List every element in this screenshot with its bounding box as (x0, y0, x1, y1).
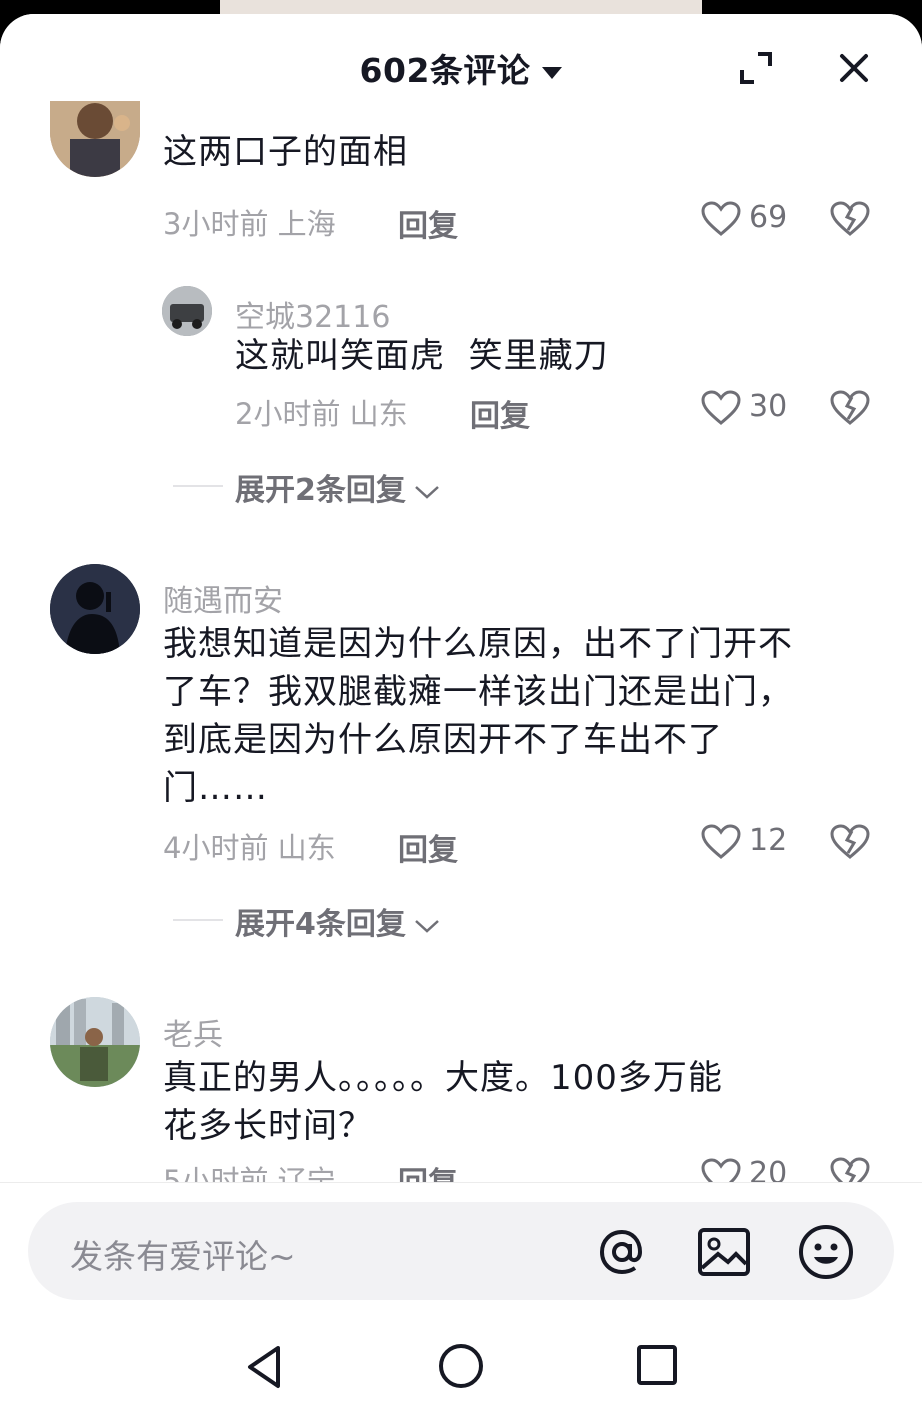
comment-text-line: 到底是因为什么原因开不了车出不了 (163, 720, 723, 760)
recents-icon[interactable] (636, 1344, 678, 1386)
chevron-down-icon (415, 919, 439, 933)
home-icon[interactable] (437, 1342, 485, 1390)
comment-time: 3小时前 (163, 207, 269, 241)
at-icon[interactable] (592, 1222, 652, 1282)
comment-text: 我想知道是因为什么原因，出不了门开不 了车？我双腿截瘫一样该出门还是出门， 到底… (163, 620, 793, 812)
caret-down-icon (542, 66, 563, 79)
comment-text-line: 门…… (163, 768, 268, 808)
reply-button[interactable]: 回复 (398, 201, 458, 245)
heart-icon[interactable] (701, 390, 741, 426)
comment-text-line: 了车？我双腿截瘫一样该出门还是出门， (163, 672, 793, 712)
comment-location: 上海 (277, 207, 336, 241)
comment-text: 这两口子的面相 (163, 132, 408, 172)
comment-feed[interactable]: 这两口子的面相 3小时前 上海 回复 69 空城32116 这就叫笑面虎 笑里藏… (0, 14, 922, 1182)
comment-input-bar[interactable]: 发条有爱评论~ (28, 1202, 894, 1300)
username[interactable]: 随遇而安 (163, 576, 283, 620)
avatar[interactable] (162, 286, 212, 336)
expand-icon[interactable] (738, 50, 774, 86)
heart-icon[interactable] (701, 1158, 741, 1182)
comment-location: 山东 (349, 397, 408, 431)
heart-icon[interactable] (701, 824, 741, 860)
divider-line (173, 485, 223, 487)
divider-line (173, 919, 223, 921)
broken-heart-icon[interactable] (830, 823, 870, 861)
heart-icon[interactable] (701, 201, 741, 237)
comment-time: 2小时前 (235, 397, 341, 431)
reply-button[interactable]: 回复 (398, 825, 458, 869)
like-count: 30 (749, 389, 788, 424)
emoji-icon[interactable] (796, 1222, 856, 1282)
chevron-down-icon (415, 485, 439, 499)
avatar[interactable] (50, 101, 140, 177)
comment-text-line: 花多长时间？ (163, 1106, 373, 1146)
back-icon[interactable] (242, 1342, 288, 1392)
reply-button[interactable]: 回复 (470, 391, 530, 435)
broken-heart-icon[interactable] (830, 200, 870, 238)
divider (0, 1182, 922, 1183)
broken-heart-icon[interactable] (830, 1156, 870, 1182)
expand-label: 展开2条回复 (235, 473, 406, 508)
expand-replies-button[interactable]: 展开4条回复 (173, 899, 440, 943)
comment-text-line: 真正的男人。。。。。大度。100多万能 (163, 1058, 723, 1098)
comment-text: 这就叫笑面虎 笑里藏刀 (235, 336, 609, 376)
comment-meta: 4小时前 山东 (163, 825, 336, 867)
like-count: 69 (749, 200, 788, 235)
close-icon[interactable] (834, 48, 874, 88)
comment-location: 山东 (277, 831, 336, 865)
like-count: 12 (749, 823, 788, 858)
image-icon[interactable] (694, 1222, 754, 1282)
comment-input-placeholder[interactable]: 发条有爱评论~ (70, 1230, 296, 1278)
comment-location: 辽宁 (277, 1164, 336, 1182)
comment-sheet: 这两口子的面相 3小时前 上海 回复 69 空城32116 这就叫笑面虎 笑里藏… (0, 14, 922, 1419)
title-text: 602条评论 (359, 51, 531, 90)
comment-text: 真正的男人。。。。。大度。100多万能 花多长时间？ (163, 1054, 723, 1150)
system-nav-bar (0, 1314, 922, 1419)
comment-meta: 3小时前 上海 (163, 201, 336, 243)
comment-time: 4小时前 (163, 831, 269, 865)
avatar[interactable] (50, 564, 140, 654)
expand-replies-button[interactable]: 展开2条回复 (173, 465, 440, 509)
username[interactable]: 空城32116 (235, 292, 390, 336)
reply-button[interactable]: 回复 (398, 1158, 458, 1182)
like-count: 20 (749, 1156, 788, 1182)
comment-text-line: 我想知道是因为什么原因，出不了门开不 (163, 624, 793, 664)
comment-count-title[interactable]: 602条评论 (0, 44, 922, 92)
expand-label: 展开4条回复 (235, 907, 406, 942)
username[interactable]: 老兵 (163, 1010, 223, 1054)
comment-meta: 5小时前 辽宁 (163, 1158, 336, 1182)
comment-meta: 2小时前 山东 (235, 391, 408, 433)
avatar[interactable] (50, 997, 140, 1087)
comment-time: 5小时前 (163, 1164, 269, 1182)
broken-heart-icon[interactable] (830, 389, 870, 427)
